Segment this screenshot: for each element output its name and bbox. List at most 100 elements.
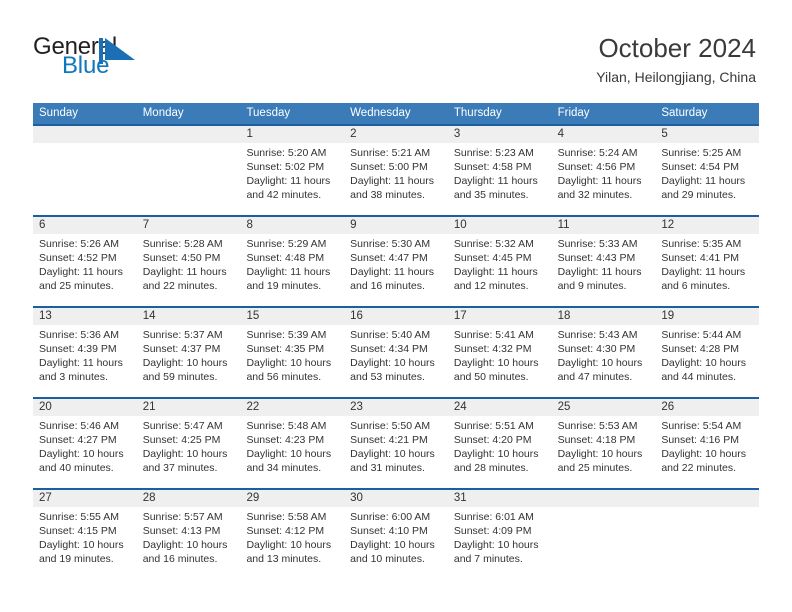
sunrise-text: Sunrise: 5:40 AM	[350, 329, 431, 341]
day-number[interactable]: 12	[655, 217, 759, 234]
day-number[interactable]: 5	[655, 126, 759, 143]
sunset-text: Sunset: 4:32 PM	[453, 343, 532, 355]
daylight-text-line1: Daylight: 10 hours	[661, 448, 746, 460]
day-number[interactable]	[137, 126, 241, 143]
day-cell[interactable]: Sunrise: 5:32 AM Sunset: 4:45 PM Dayligh…	[448, 234, 552, 306]
day-cell[interactable]: Sunrise: 5:36 AM Sunset: 4:39 PM Dayligh…	[33, 325, 137, 397]
day-number[interactable]: 31	[448, 490, 552, 507]
day-number[interactable]	[552, 490, 656, 507]
day-cell[interactable]: Sunrise: 5:51 AM Sunset: 4:20 PM Dayligh…	[448, 416, 552, 488]
sunset-text: Sunset: 4:54 PM	[661, 161, 739, 173]
day-cell[interactable]: Sunrise: 5:28 AM Sunset: 4:50 PM Dayligh…	[137, 234, 241, 306]
day-cell[interactable]: Sunrise: 5:21 AM Sunset: 5:00 PM Dayligh…	[344, 143, 448, 215]
daylight-text-line2: and 22 minutes.	[142, 280, 218, 292]
day-number[interactable]: 1	[240, 126, 344, 143]
day-number[interactable]: 11	[552, 217, 656, 234]
day-cell[interactable]: Sunrise: 5:54 AM Sunset: 4:16 PM Dayligh…	[655, 416, 759, 488]
day-cell[interactable]: Sunrise: 5:29 AM Sunset: 4:48 PM Dayligh…	[240, 234, 344, 306]
daylight-text-line2: and 16 minutes.	[142, 553, 218, 565]
day-cell[interactable]	[33, 143, 137, 215]
day-cell[interactable]: Sunrise: 5:24 AM Sunset: 4:56 PM Dayligh…	[552, 143, 656, 215]
day-cell[interactable]: Sunrise: 5:48 AM Sunset: 4:23 PM Dayligh…	[240, 416, 344, 488]
day-cell[interactable]: Sunrise: 5:37 AM Sunset: 4:37 PM Dayligh…	[137, 325, 241, 397]
sunset-text: Sunset: 4:10 PM	[350, 525, 428, 537]
day-cell[interactable]: Sunrise: 5:35 AM Sunset: 4:41 PM Dayligh…	[655, 234, 759, 306]
day-cell[interactable]: Sunrise: 5:55 AM Sunset: 4:15 PM Dayligh…	[33, 507, 137, 579]
day-header-sunday: Sunday	[39, 107, 79, 119]
day-header-tuesday: Tuesday	[246, 107, 291, 119]
day-number[interactable]: 15	[240, 308, 344, 325]
day-cell[interactable]: Sunrise: 5:58 AM Sunset: 4:12 PM Dayligh…	[240, 507, 344, 579]
day-cell[interactable]: Sunrise: 5:25 AM Sunset: 4:54 PM Dayligh…	[655, 143, 759, 215]
daylight-text-line2: and 59 minutes.	[142, 371, 218, 383]
day-cell[interactable]: Sunrise: 5:47 AM Sunset: 4:25 PM Dayligh…	[137, 416, 241, 488]
day-cell[interactable]: Sunrise: 5:20 AM Sunset: 5:02 PM Dayligh…	[240, 143, 344, 215]
daylight-text-line2: and 35 minutes.	[453, 189, 529, 201]
day-cell[interactable]: Sunrise: 5:44 AM Sunset: 4:28 PM Dayligh…	[655, 325, 759, 397]
sunset-text: Sunset: 5:00 PM	[350, 161, 428, 173]
day-number[interactable]: 30	[344, 490, 448, 507]
sunset-text: Sunset: 4:37 PM	[142, 343, 221, 355]
day-cell[interactable]: Sunrise: 5:23 AM Sunset: 4:58 PM Dayligh…	[448, 143, 552, 215]
day-cell[interactable]: Sunrise: 5:39 AM Sunset: 4:35 PM Dayligh…	[240, 325, 344, 397]
day-number[interactable]: 9	[344, 217, 448, 234]
sunrise-text: Sunrise: 5:39 AM	[246, 329, 327, 341]
day-cell[interactable]: Sunrise: 5:33 AM Sunset: 4:43 PM Dayligh…	[552, 234, 656, 306]
day-header-wednesday: Wednesday	[350, 107, 411, 119]
daylight-text-line1: Daylight: 10 hours	[350, 448, 435, 460]
day-number[interactable]: 23	[344, 399, 448, 416]
day-number[interactable]: 4	[552, 126, 656, 143]
day-number[interactable]: 7	[137, 217, 241, 234]
day-cell[interactable]: Sunrise: 5:43 AM Sunset: 4:30 PM Dayligh…	[552, 325, 656, 397]
day-cell[interactable]: Sunrise: 5:46 AM Sunset: 4:27 PM Dayligh…	[33, 416, 137, 488]
daylight-text-line2: and 28 minutes.	[453, 462, 529, 474]
day-number[interactable]: 22	[240, 399, 344, 416]
sunrise-text: Sunrise: 6:01 AM	[453, 511, 534, 523]
day-number[interactable]: 29	[240, 490, 344, 507]
day-number[interactable]: 19	[655, 308, 759, 325]
day-number[interactable]: 20	[33, 399, 137, 416]
day-number[interactable]: 10	[448, 217, 552, 234]
day-number[interactable]: 24	[448, 399, 552, 416]
day-number[interactable]: 6	[33, 217, 137, 234]
calendar-week-row: 20 21 22 23 24 25 26 Sunrise: 5:46 AM Su…	[33, 397, 759, 488]
day-number[interactable]: 3	[448, 126, 552, 143]
day-cell[interactable]: Sunrise: 5:50 AM Sunset: 4:21 PM Dayligh…	[344, 416, 448, 488]
week-detail-row: Sunrise: 5:26 AM Sunset: 4:52 PM Dayligh…	[33, 234, 759, 306]
day-number[interactable]: 8	[240, 217, 344, 234]
day-number[interactable]: 21	[137, 399, 241, 416]
day-number[interactable]: 25	[552, 399, 656, 416]
day-cell[interactable]: Sunrise: 6:00 AM Sunset: 4:10 PM Dayligh…	[344, 507, 448, 579]
day-number[interactable]: 14	[137, 308, 241, 325]
sunrise-text: Sunrise: 5:47 AM	[142, 420, 223, 432]
day-cell[interactable]: Sunrise: 5:53 AM Sunset: 4:18 PM Dayligh…	[552, 416, 656, 488]
day-cell[interactable]: Sunrise: 5:26 AM Sunset: 4:52 PM Dayligh…	[33, 234, 137, 306]
day-number[interactable]: 26	[655, 399, 759, 416]
day-number[interactable]: 28	[137, 490, 241, 507]
day-number[interactable]: 16	[344, 308, 448, 325]
day-cell[interactable]: Sunrise: 6:01 AM Sunset: 4:09 PM Dayligh…	[448, 507, 552, 579]
day-cell[interactable]	[552, 507, 656, 579]
day-cell[interactable]: Sunrise: 5:30 AM Sunset: 4:47 PM Dayligh…	[344, 234, 448, 306]
sunset-text: Sunset: 4:23 PM	[246, 434, 325, 446]
day-number[interactable]: 27	[33, 490, 137, 507]
day-number[interactable]	[655, 490, 759, 507]
day-cell[interactable]: Sunrise: 5:41 AM Sunset: 4:32 PM Dayligh…	[448, 325, 552, 397]
day-number[interactable]: 17	[448, 308, 552, 325]
brand-logo[interactable]: General Blue	[33, 34, 263, 84]
day-cell[interactable]	[655, 507, 759, 579]
day-number[interactable]: 2	[344, 126, 448, 143]
day-number[interactable]	[33, 126, 137, 143]
day-cell[interactable]: Sunrise: 5:57 AM Sunset: 4:13 PM Dayligh…	[137, 507, 241, 579]
day-cell[interactable]: Sunrise: 5:40 AM Sunset: 4:34 PM Dayligh…	[344, 325, 448, 397]
day-cell[interactable]	[137, 143, 241, 215]
calendar-page: General Blue October 2024 Yilan, Heilong…	[0, 0, 792, 612]
day-number[interactable]: 18	[552, 308, 656, 325]
day-number[interactable]: 13	[33, 308, 137, 325]
daylight-text-line1: Daylight: 10 hours	[246, 357, 332, 369]
sunset-text: Sunset: 4:50 PM	[142, 252, 221, 264]
sunrise-text: Sunrise: 5:21 AM	[350, 147, 431, 159]
sunset-text: Sunset: 4:34 PM	[350, 343, 428, 355]
daylight-text-line2: and 38 minutes.	[350, 189, 425, 201]
day-header-monday: Monday	[142, 107, 184, 119]
